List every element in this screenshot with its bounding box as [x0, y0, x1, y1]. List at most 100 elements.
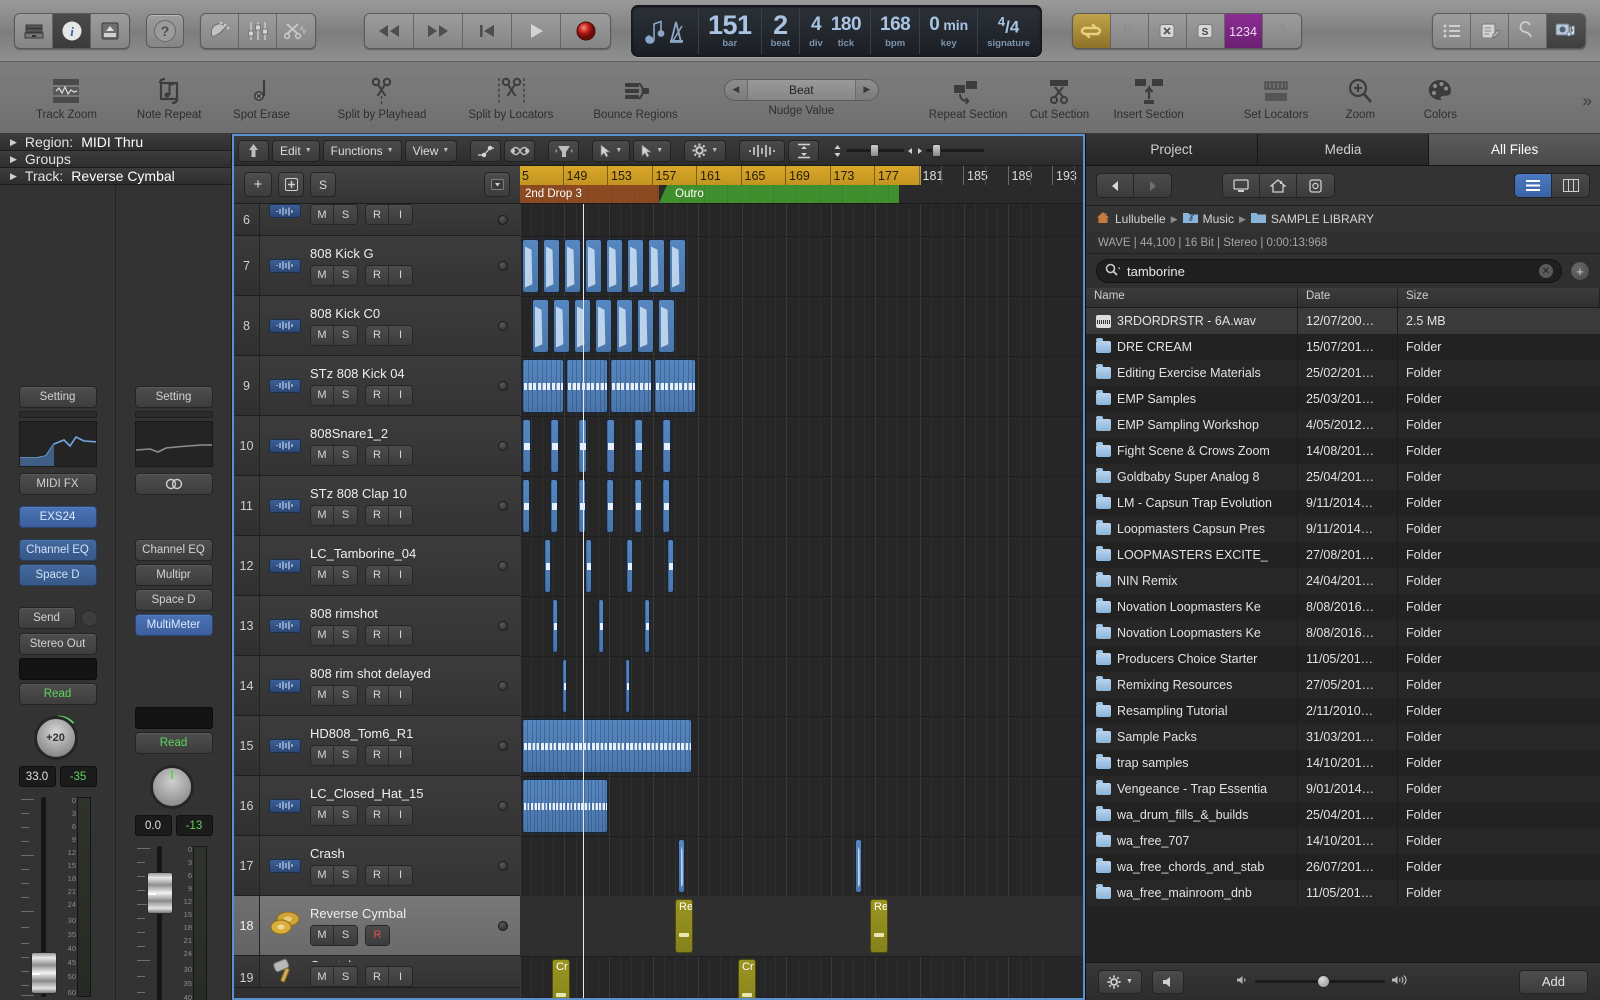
track-zoom-button[interactable]: Track Zoom — [36, 75, 97, 121]
file-row[interactable]: LM - Capsun Trap Evolution 9/11/2014… Fold… — [1086, 490, 1600, 516]
track-solo-button[interactable]: S — [334, 325, 357, 345]
breadcrumb-item-2[interactable]: SAMPLE LIBRARY — [1271, 212, 1374, 226]
bounce-regions-button[interactable]: Bounce Regions — [593, 75, 678, 121]
track-list-solo-button[interactable]: S — [310, 172, 336, 197]
audio-region[interactable] — [595, 299, 612, 353]
gear-icon[interactable]: ▼ — [1098, 969, 1142, 994]
play-button[interactable] — [512, 13, 561, 48]
track-automation-dot[interactable] — [498, 320, 508, 331]
track-record-button[interactable]: R — [366, 625, 389, 645]
volume-fader[interactable] — [137, 846, 173, 1000]
pan-knob-body[interactable]: +20 — [33, 716, 78, 760]
file-row[interactable]: Novation Loopmasters Ke 8/08/2016… Folder — [1086, 594, 1600, 620]
colors-button[interactable]: Colors — [1410, 75, 1470, 121]
audio-region[interactable] — [626, 539, 633, 593]
audio-region[interactable] — [662, 419, 671, 473]
drive-icon[interactable] — [1297, 174, 1334, 197]
insert-slot-1[interactable]: Channel EQ — [134, 539, 213, 561]
track-icon[interactable] — [260, 296, 310, 355]
horizontal-zoom-slider[interactable] — [907, 144, 985, 157]
track-name[interactable]: 808 rim shot delayed — [310, 666, 514, 681]
track-mute-button[interactable]: M — [311, 505, 334, 525]
disclosure-triangle-icon[interactable]: ▶ — [10, 171, 17, 182]
track-record-button[interactable]: R — [366, 445, 389, 465]
track-name[interactable]: HD808_Tom6_R1 — [310, 726, 514, 741]
track-name[interactable]: 808 Kick C0 — [310, 306, 514, 321]
lcd-display[interactable]: 151 bar 2 beat 4 div 180 tick 168 bpm 0 — [631, 4, 1042, 57]
fader-handle[interactable] — [147, 872, 173, 914]
output-pan-knob[interactable] — [149, 763, 199, 811]
file-name-cell[interactable]: Sample Packs — [1086, 724, 1298, 750]
file-name-cell[interactable]: Producers Choice Starter — [1086, 646, 1298, 672]
flex-icon[interactable] — [504, 139, 536, 162]
file-row[interactable]: Editing Exercise Materials 25/02/201… Fold… — [1086, 360, 1600, 386]
flex-pitch-icon[interactable] — [548, 139, 580, 162]
record-button[interactable] — [561, 13, 610, 48]
file-row[interactable]: EMP Sampling Workshop 4/05/2012… Folder — [1086, 412, 1600, 438]
track-row[interactable]: 8 808 Kick C0 M S R I — [234, 296, 520, 356]
track-mute-button[interactable]: M — [311, 445, 334, 465]
audio-region[interactable] — [578, 479, 586, 533]
audio-region[interactable] — [522, 359, 564, 413]
track-mute-button[interactable]: M — [311, 745, 334, 765]
track-mute-button[interactable]: M — [311, 925, 334, 945]
track-row[interactable]: 11 STz 808 Clap 10 M S R I — [234, 476, 520, 536]
track-record-button[interactable]: R — [366, 265, 389, 285]
toolbar-icon[interactable] — [91, 13, 129, 48]
track-row[interactable]: 19 Crustal MSRI — [234, 956, 520, 988]
file-row[interactable]: 3RDORDRSTR - 6A.wav 12/07/200… 2.5 MB — [1086, 308, 1600, 334]
midi-region[interactable]: Re — [675, 899, 693, 953]
track-icon[interactable] — [260, 656, 310, 715]
track-record-button[interactable]: R — [366, 325, 389, 345]
quick-help-icon[interactable] — [201, 13, 239, 48]
audio-region[interactable] — [634, 419, 643, 473]
insert-slot-2[interactable]: Space D — [18, 564, 97, 586]
track-row[interactable]: 10 808Snare1_2 M S R I — [234, 416, 520, 476]
nudge-value-control[interactable]: ◀ Beat ▶ Nudge Value — [723, 78, 879, 117]
track-automation-dot[interactable] — [498, 260, 508, 271]
track-row[interactable]: 18 Reverse Cymbal M S R — [234, 896, 520, 956]
repeat-section-button[interactable]: Repeat Section — [929, 75, 1007, 121]
track-name[interactable]: 808 rimshot — [310, 606, 514, 621]
track-row[interactable]: 14 808 rim shot delayed M S R I — [234, 656, 520, 716]
column-view-icon[interactable] — [1552, 174, 1589, 197]
track-automation-dot[interactable] — [498, 500, 508, 511]
audio-region[interactable] — [598, 599, 604, 653]
track-record-button[interactable]: R — [366, 967, 389, 986]
file-row[interactable]: wa_free_mainroom_dnb 11/05/201… Folder — [1086, 880, 1600, 906]
peak-value[interactable]: -13 — [175, 815, 213, 836]
cut-section-button[interactable]: Cut Section — [1029, 75, 1089, 121]
audio-region[interactable] — [644, 599, 650, 653]
gear-icon[interactable]: ▼ — [684, 139, 727, 162]
track-input-button[interactable]: I — [389, 505, 412, 525]
forward-button[interactable] — [414, 13, 463, 48]
track-solo-button[interactable]: S — [334, 205, 357, 224]
audio-region[interactable] — [606, 239, 623, 293]
track-solo-button[interactable]: S — [334, 445, 357, 465]
track-row[interactable]: 6 MSRI — [234, 204, 520, 236]
stereo-link-icon[interactable] — [134, 473, 213, 495]
file-row[interactable]: Vengeance - Trap Essentia 9/01/2014… Folde… — [1086, 776, 1600, 802]
speaker-icon[interactable] — [1151, 969, 1184, 994]
midi-fx-button[interactable]: MIDI FX — [18, 473, 97, 495]
computer-icon[interactable] — [1223, 174, 1260, 197]
file-name-cell[interactable]: trap samples — [1086, 750, 1298, 776]
track-row[interactable]: 15 HD808_Tom6_R1 M S R I — [234, 716, 520, 776]
audio-region[interactable] — [522, 719, 692, 773]
track-solo-button[interactable]: S — [334, 805, 357, 825]
track-row[interactable]: 13 808 rimshot M S R I — [234, 596, 520, 656]
menu-functions[interactable]: Functions ▼ — [322, 139, 402, 162]
midi-region[interactable]: Cr — [552, 959, 570, 998]
metronome-click-button[interactable] — [1148, 13, 1187, 48]
track-row[interactable]: 7 808 Kick G MSRI — [234, 236, 520, 296]
audio-region[interactable] — [522, 479, 530, 533]
track-input-button[interactable]: I — [389, 265, 412, 285]
pointer-tool-icon[interactable]: ▼ — [592, 139, 631, 162]
automation-mode-button[interactable]: Read — [134, 732, 213, 754]
split-by-playhead-button[interactable]: Split by Playhead — [338, 75, 426, 121]
insert-slot-1[interactable]: Channel EQ — [18, 539, 97, 561]
tuner-button[interactable] — [1110, 13, 1149, 48]
group-slot[interactable] — [134, 707, 213, 729]
file-row[interactable]: Novation Loopmasters Ke 8/08/2016… Folder — [1086, 620, 1600, 646]
track-automation-dot[interactable] — [498, 740, 508, 751]
